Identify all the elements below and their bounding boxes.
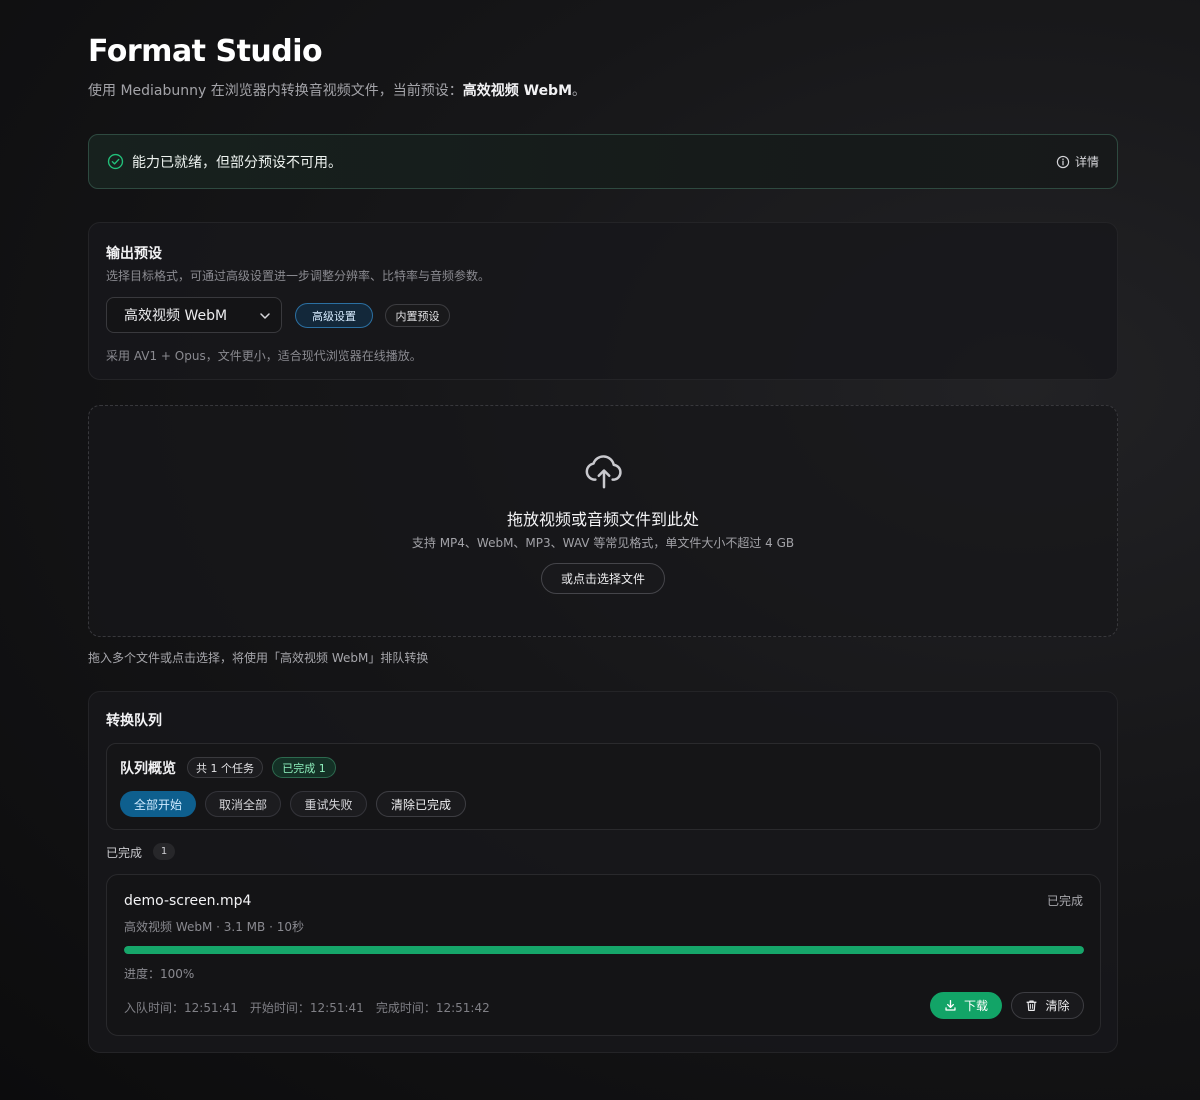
- dropzone-hint: 拖入多个文件或点击选择，将使用「高效视频 WebM」排队转换: [88, 651, 429, 665]
- clear-job-label: 清除: [1045, 999, 1070, 1013]
- download-button[interactable]: 下载: [930, 992, 1002, 1019]
- check-circle-icon: [107, 153, 124, 170]
- subtitle-current-preset: 高效视频 WebM: [462, 83, 573, 99]
- capability-banner: 能力已就绪，但部分预设不可用。 详情: [88, 134, 1118, 189]
- job-progress-text: 进度：100%: [124, 967, 195, 981]
- retry-failed-button[interactable]: 重试失败: [290, 791, 367, 817]
- clear-job-button[interactable]: 清除: [1011, 992, 1084, 1019]
- chevron-down-icon: [260, 313, 270, 319]
- cloud-upload-icon: [585, 455, 622, 489]
- advanced-settings-button[interactable]: 高级设置: [295, 303, 373, 328]
- output-preset-card: 输出预设 选择目标格式，可通过高级设置进一步调整分辨率、比特率与音频参数。 高效…: [88, 222, 1118, 380]
- overview-heading: 队列概览: [120, 761, 176, 777]
- choose-file-button[interactable]: 或点击选择文件: [541, 563, 665, 594]
- file-dropzone[interactable]: 拖放视频或音频文件到此处 支持 MP4、WebM、MP3、WAV 等常见格式，单…: [88, 405, 1118, 637]
- completed-group-count: 1: [153, 843, 175, 860]
- job-enqueued-time: 入队时间：12:51:41: [124, 1001, 238, 1015]
- job-progress-track: [124, 946, 1084, 954]
- dropzone-heading: 拖放视频或音频文件到此处: [506, 510, 699, 529]
- job-meta: 高效视频 WebM · 3.1 MB · 10秒: [124, 920, 304, 934]
- job-finished-time: 完成时间：12:51:42: [375, 1001, 490, 1015]
- job-progress-fill: [124, 946, 1084, 954]
- completed-badge: 已完成 1: [272, 757, 336, 778]
- trash-icon: [1026, 1000, 1038, 1011]
- completed-group-label: 已完成: [106, 846, 143, 860]
- dropzone-subtext: 支持 MP4、WebM、MP3、WAV 等常见格式，单文件大小不超过 4 GB: [411, 536, 795, 550]
- preset-description: 选择目标格式，可通过高级设置进一步调整分辨率、比特率与音频参数。: [106, 269, 491, 283]
- job-status: 已完成: [1046, 894, 1083, 908]
- subtitle-prefix: 使用 Mediabunny 在浏览器内转换音视频文件，当前预设：: [88, 83, 463, 99]
- preset-heading: 输出预设: [106, 246, 162, 262]
- subtitle-suffix: 。: [572, 83, 587, 99]
- page-title: Format Studio: [88, 34, 323, 69]
- info-icon: [1056, 155, 1070, 168]
- banner-message: 能力已就绪，但部分预设不可用。: [132, 155, 342, 171]
- job-filename: demo-screen.mp4: [124, 893, 252, 909]
- job-started-time: 开始时间：12:51:41: [249, 1001, 364, 1015]
- preset-select-value: 高效视频 WebM: [124, 308, 228, 324]
- download-label: 下载: [963, 999, 988, 1013]
- download-icon: [945, 999, 956, 1011]
- job-card: demo-screen.mp4 高效视频 WebM · 3.1 MB · 10秒…: [106, 874, 1101, 1036]
- job-timestamps: 入队时间：12:51:41 开始时间：12:51:41 完成时间：12:51:4…: [124, 999, 490, 1016]
- preset-select[interactable]: 高效视频 WebM: [106, 297, 282, 333]
- page-subtitle: 使用 Mediabunny 在浏览器内转换音视频文件，当前预设：高效视频 Web…: [88, 80, 586, 100]
- queue-overview: 队列概览 共 1 个任务 已完成 1 全部开始 取消全部 重试失败 清除已完成: [106, 743, 1101, 830]
- preset-note: 采用 AV1 + Opus，文件更小，适合现代浏览器在线播放。: [106, 349, 422, 363]
- details-label: 详情: [1074, 155, 1099, 169]
- total-tasks-badge: 共 1 个任务: [187, 757, 263, 778]
- clear-completed-button[interactable]: 清除已完成: [376, 791, 466, 817]
- conversion-queue-card: 转换队列 队列概览 共 1 个任务 已完成 1 全部开始 取消全部 重试失败 清…: [88, 691, 1118, 1053]
- start-all-button[interactable]: 全部开始: [120, 791, 196, 817]
- details-button[interactable]: 详情: [1056, 153, 1099, 170]
- queue-heading: 转换队列: [106, 713, 162, 729]
- cancel-all-button[interactable]: 取消全部: [205, 791, 281, 817]
- builtin-presets-button[interactable]: 内置预设: [385, 304, 450, 327]
